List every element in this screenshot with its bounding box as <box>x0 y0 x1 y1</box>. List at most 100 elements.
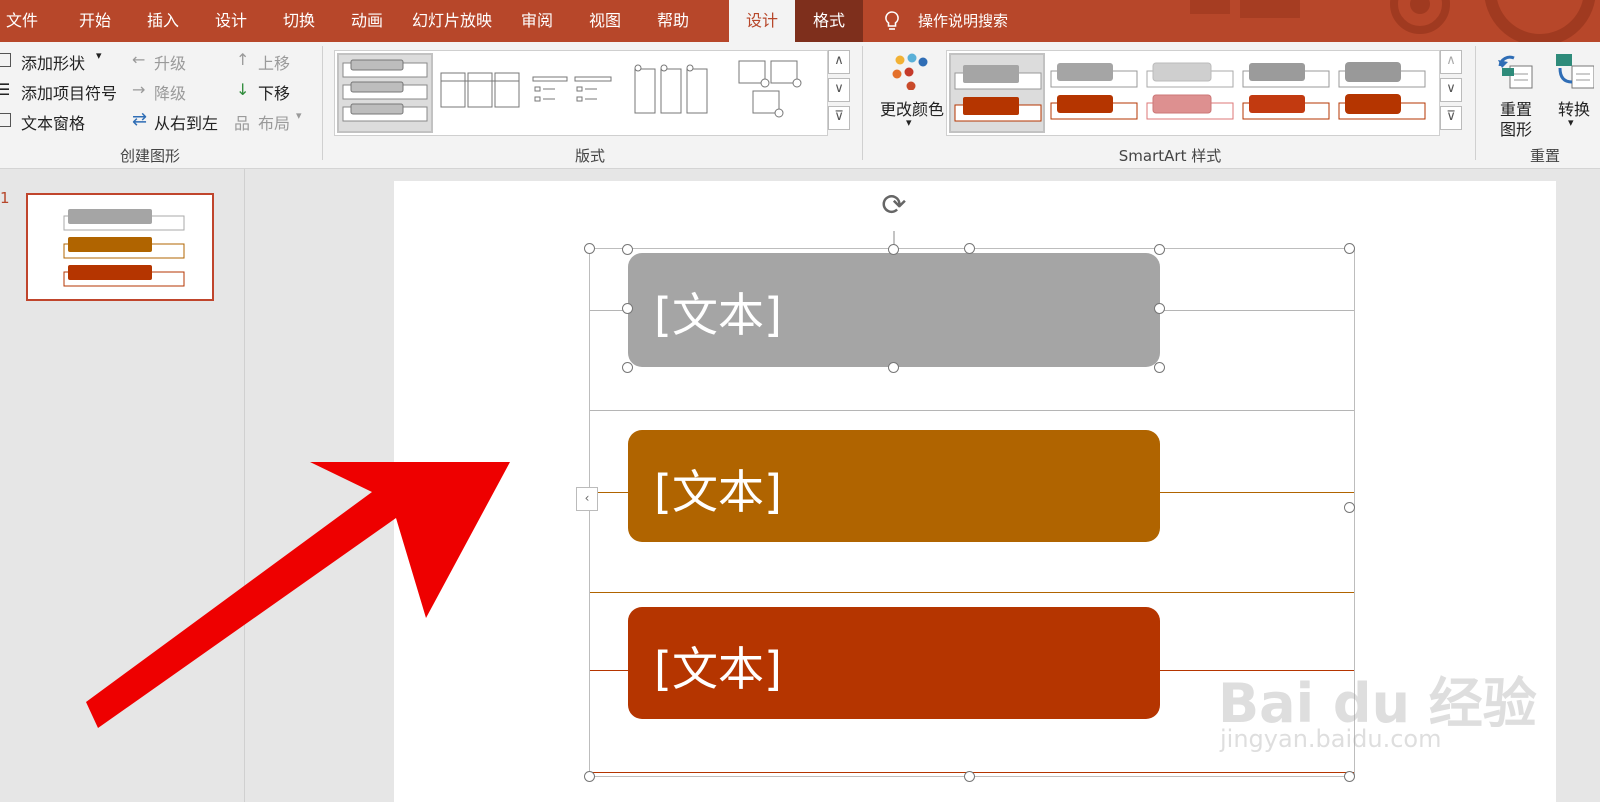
dropdown-arrow-icon: ▾ <box>296 109 302 122</box>
gallery-more-button[interactable]: ⊽ <box>828 106 850 130</box>
style-option[interactable] <box>1143 57 1237 129</box>
tell-me-search[interactable]: 操作说明搜索 <box>918 0 1028 42</box>
demote-button[interactable]: → 降级 <box>132 80 202 103</box>
tab-format[interactable]: 格式 <box>795 0 863 42</box>
arrow-down-icon: ↓ <box>236 80 250 99</box>
styles-scroll-up-button[interactable]: ∧ <box>1440 50 1462 74</box>
style-option[interactable] <box>1047 57 1141 129</box>
tab-design[interactable]: 设计 <box>198 0 264 42</box>
tab-file[interactable]: 文件 <box>0 0 44 42</box>
resize-handle[interactable] <box>1344 771 1355 782</box>
layout-option[interactable] <box>631 61 711 117</box>
reset-graphic-icon <box>1498 55 1533 89</box>
red-annotation-arrow <box>86 462 510 728</box>
resize-handle[interactable] <box>964 243 975 254</box>
shape-resize-handle[interactable] <box>888 362 899 373</box>
gallery-scroll-up-button[interactable]: ∧ <box>828 50 850 74</box>
slide-thumbnail[interactable] <box>26 193 214 301</box>
shape-1-text[interactable]: [文本] <box>654 279 782 345</box>
convert-label: 转换 <box>1558 100 1591 119</box>
slide-canvas[interactable]: [文本] [文本] [文本] ⟳ ‹ Bai du 经验 jingyan.bai… <box>394 181 1556 802</box>
move-up-label: 上移 <box>258 54 291 73</box>
shape-3-text[interactable]: [文本] <box>654 633 782 699</box>
tab-view[interactable]: 视图 <box>572 0 638 42</box>
layout-option[interactable] <box>735 57 805 123</box>
move-down-button[interactable]: ↓ 下移 <box>236 80 306 103</box>
palette-icon <box>892 53 928 90</box>
dropdown-arrow-icon: ▾ <box>1568 116 1574 129</box>
group-divider <box>322 46 323 160</box>
gallery-scroll-down-button[interactable]: ∨ <box>828 78 850 102</box>
demote-label: 降级 <box>154 84 187 103</box>
text-pane-icon <box>0 113 11 127</box>
text-pane-toggle-button[interactable]: ‹ <box>576 487 598 511</box>
style-option-selected[interactable] <box>949 53 1045 133</box>
add-shape-icon <box>0 53 11 67</box>
resize-handle[interactable] <box>1344 502 1355 513</box>
shape-resize-handle[interactable] <box>1154 362 1165 373</box>
style-option[interactable] <box>1335 57 1429 129</box>
watermark-url: jingyan.baidu.com <box>1220 725 1442 753</box>
arrow-up-icon: ↑ <box>236 50 250 69</box>
convert-button[interactable]: 转换 ▾ <box>1548 50 1598 136</box>
smartart-shape-1[interactable]: [文本] <box>628 253 1160 367</box>
smartart-styles-group-label: SmartArt 样式 <box>1118 147 1222 165</box>
tab-animations[interactable]: 动画 <box>334 0 400 42</box>
styles-scroll-down-button[interactable]: ∨ <box>1440 78 1462 102</box>
layout-label: 布局 <box>258 114 291 133</box>
styles-more-button[interactable]: ⊽ <box>1440 106 1462 130</box>
org-chart-icon: 品 <box>234 114 251 133</box>
resize-handle[interactable] <box>584 243 595 254</box>
smartart-shape-2[interactable]: [文本] <box>628 430 1160 542</box>
tab-transitions[interactable]: 切换 <box>266 0 332 42</box>
tab-review[interactable]: 审阅 <box>504 0 570 42</box>
promote-button[interactable]: ← 升级 <box>132 50 202 73</box>
tab-home[interactable]: 开始 <box>62 0 128 42</box>
shape-resize-handle[interactable] <box>1154 303 1165 314</box>
tab-help[interactable]: 帮助 <box>640 0 706 42</box>
rotate-handle-icon[interactable]: ⟳ <box>878 191 910 223</box>
promote-label: 升级 <box>154 54 187 73</box>
layouts-group-label: 版式 <box>574 147 605 165</box>
create-graphic-group-label: 创建图形 <box>119 147 180 165</box>
change-colors-label: 更改颜色 <box>880 100 945 119</box>
smartart-styles-gallery <box>946 50 1440 136</box>
resize-handle[interactable] <box>964 771 975 782</box>
tab-smartart-design[interactable]: 设计 <box>729 0 795 42</box>
add-bullet-button[interactable]: ☰ 添加项目符号 <box>0 80 120 103</box>
tab-insert[interactable]: 插入 <box>130 0 196 42</box>
convert-icon <box>1556 54 1594 89</box>
shape-resize-handle[interactable] <box>622 362 633 373</box>
resize-handle[interactable] <box>1344 243 1355 254</box>
shape-resize-handle[interactable] <box>622 244 633 255</box>
ribbon: 添加形状 ▾ ☰ 添加项目符号 文本窗格 ← 升级 → 降级 ⇄ 从右到左 ↑ … <box>0 42 1600 169</box>
arrow-right-icon: → <box>132 80 146 99</box>
shape-resize-handle[interactable] <box>622 303 633 314</box>
style-option[interactable] <box>1239 57 1333 129</box>
bullet-list-icon: ☰ <box>0 80 11 99</box>
layout-option[interactable] <box>531 73 615 109</box>
add-shape-button[interactable]: 添加形状 ▾ <box>0 49 116 73</box>
shape-resize-handle[interactable] <box>888 244 899 255</box>
dropdown-arrow-icon: ▾ <box>906 116 912 129</box>
tab-slideshow[interactable]: 幻灯片放映 <box>402 0 502 42</box>
arrow-left-icon: ← <box>132 50 146 69</box>
layout-button[interactable]: 品 布局 ▾ <box>234 109 314 133</box>
baidu-watermark-logo: Bai du 经验 jingyan.baidu.com <box>1212 643 1537 753</box>
layout-option-selected[interactable] <box>337 53 433 133</box>
swap-direction-icon: ⇄ <box>132 109 148 130</box>
change-colors-button[interactable]: 更改颜色 ▾ <box>870 50 950 136</box>
group-divider <box>1475 46 1476 160</box>
right-to-left-button[interactable]: ⇄ 从右到左 <box>132 109 228 133</box>
resize-handle[interactable] <box>584 771 595 782</box>
lightbulb-icon[interactable] <box>880 9 904 33</box>
add-bullet-label: 添加项目符号 <box>21 84 118 103</box>
text-pane-button[interactable]: 文本窗格 <box>0 110 96 133</box>
move-down-label: 下移 <box>258 84 291 103</box>
shape-resize-handle[interactable] <box>1154 244 1165 255</box>
move-up-button[interactable]: ↑ 上移 <box>236 50 306 73</box>
shape-2-text[interactable]: [文本] <box>654 456 782 522</box>
reset-graphic-button[interactable]: 重置 图形 <box>1490 50 1540 139</box>
smartart-shape-3[interactable]: [文本] <box>628 607 1160 719</box>
layout-option[interactable] <box>439 71 521 111</box>
